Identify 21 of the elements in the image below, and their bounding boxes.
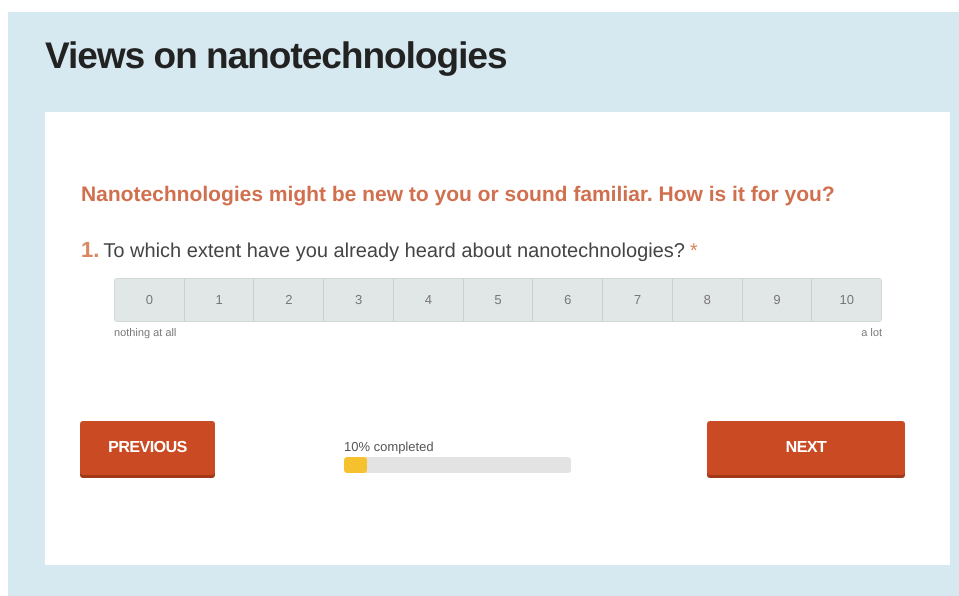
scale-option[interactable]: 0 (115, 279, 185, 321)
scale-min-label: nothing at all (114, 326, 176, 341)
page-title: Views on nanotechnologies (45, 34, 507, 78)
question-text: To which extent have you already heard about nanotechnologies? (103, 239, 685, 264)
scale-option[interactable]: 5 (464, 279, 534, 321)
scale-option[interactable]: 7 (603, 279, 673, 321)
required-mark: * (690, 239, 698, 264)
scale-option[interactable]: 9 (742, 279, 812, 321)
previous-button[interactable]: PREVIOUS (80, 420, 215, 474)
scale-option[interactable]: 10 (812, 279, 881, 321)
scale-option[interactable]: 4 (394, 279, 464, 321)
scale-option[interactable]: 2 (254, 279, 324, 321)
scale-option[interactable]: 3 (324, 279, 394, 321)
progress-label: 10% completed (344, 438, 434, 454)
question-number: 1. (81, 236, 100, 264)
scale-max-label: a lot (861, 326, 882, 341)
next-button[interactable]: NEXT (707, 420, 905, 474)
scale-option[interactable]: 1 (184, 279, 254, 321)
scale-option[interactable]: 6 (533, 279, 604, 321)
section-heading: Nanotechnologies might be new to you or sound familiar. How is it for you? (81, 182, 836, 208)
scale-option[interactable]: 8 (672, 279, 743, 321)
